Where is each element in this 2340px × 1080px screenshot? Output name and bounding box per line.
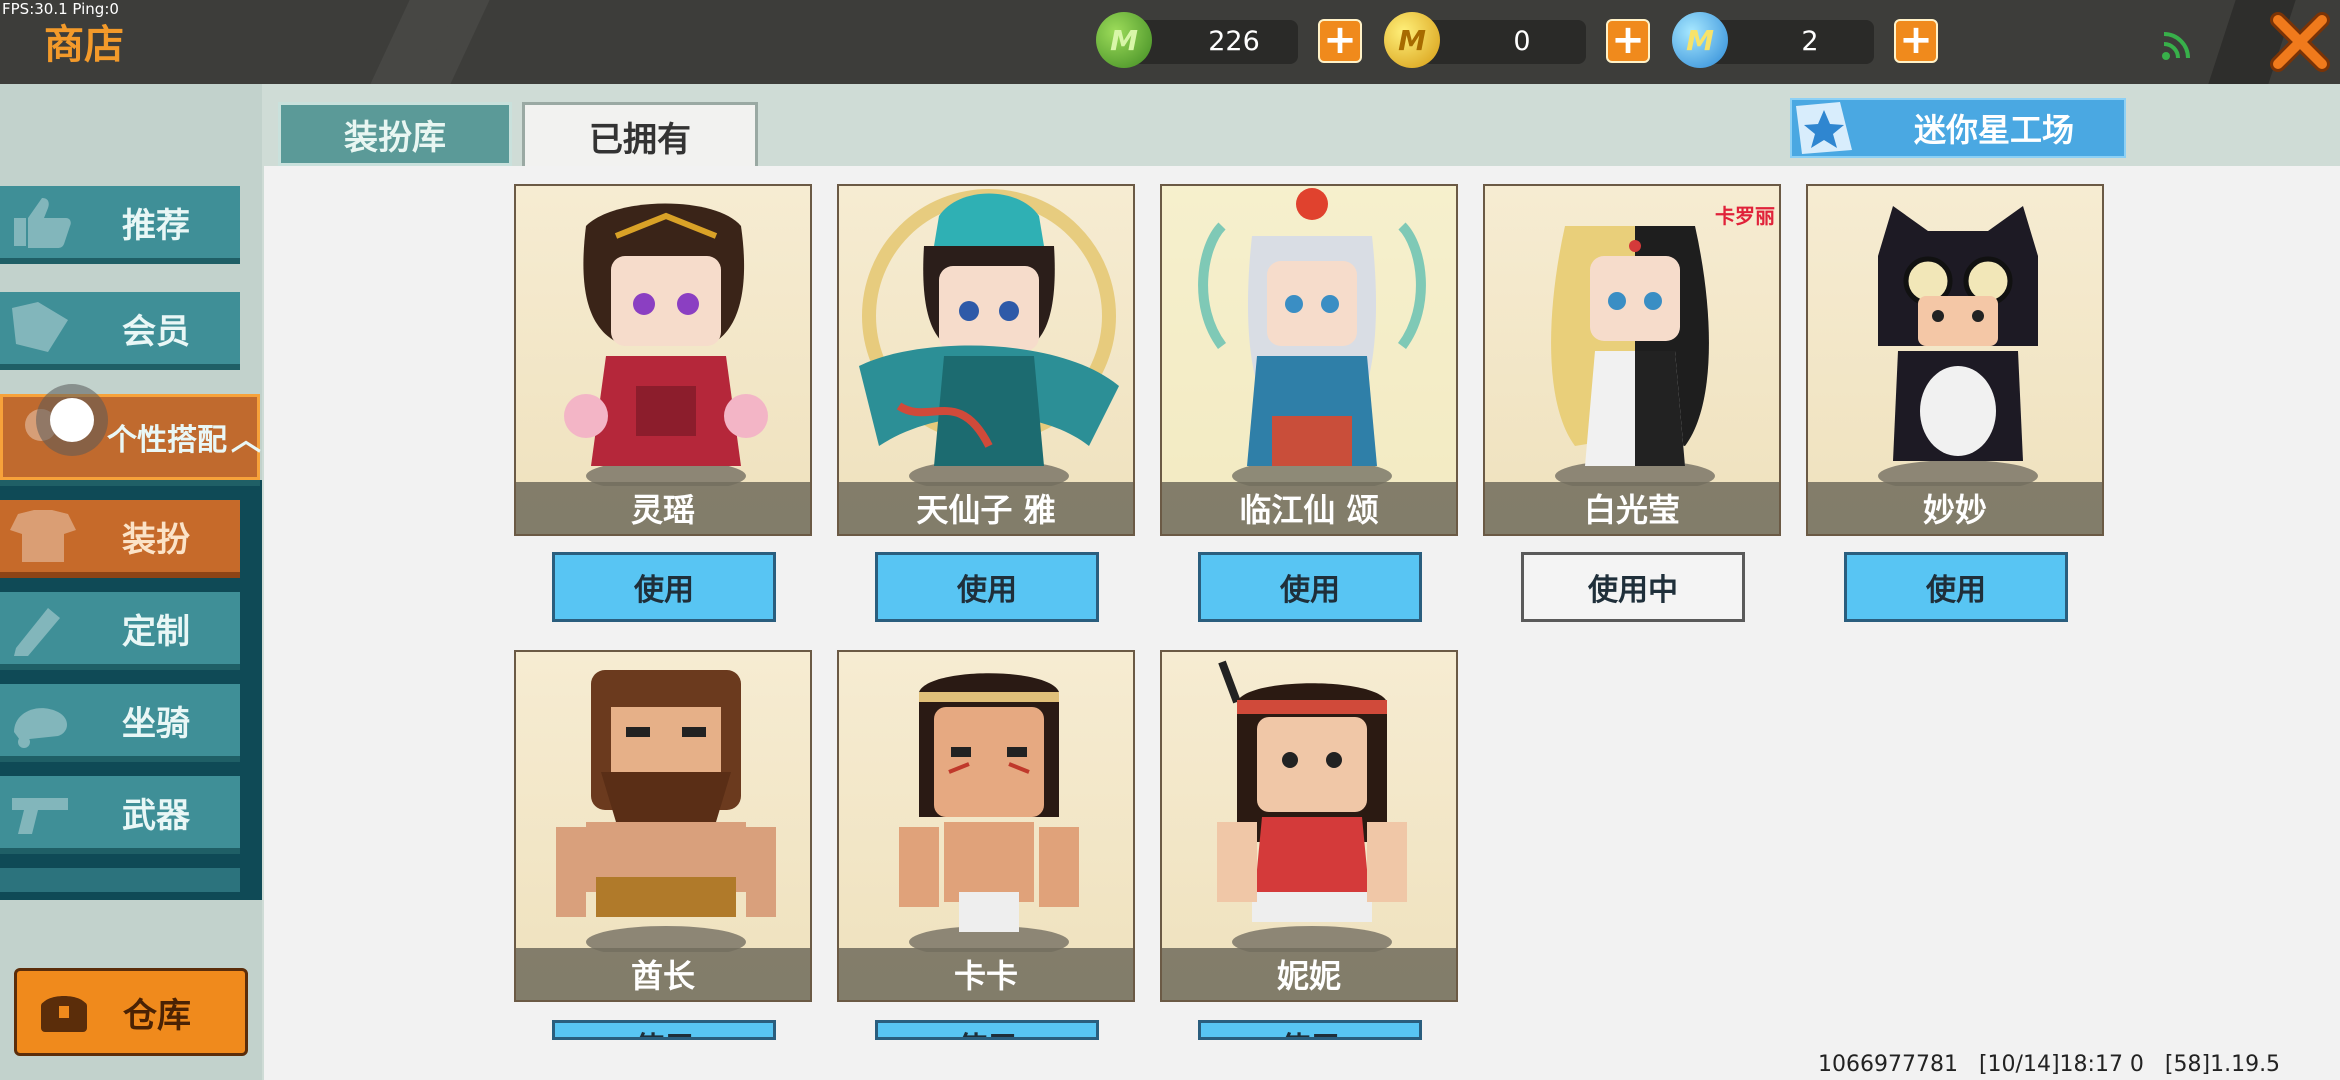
character-portrait [556,670,776,952]
star-coin-icon: M [1672,12,1728,68]
add-coin-button[interactable]: + [1606,19,1650,63]
shirt-icon [10,510,76,562]
skin-name: 卡卡 [839,948,1133,1000]
chest-icon [41,996,87,1032]
chevron-up-icon: ︿ [231,423,261,458]
sidebar-item-label: 装扮 [122,519,190,560]
skin-card[interactable]: 天仙子 雅 [837,184,1135,536]
warehouse-label: 仓库 [123,995,191,1036]
use-button[interactable]: 使用 [1198,1020,1422,1040]
use-button[interactable]: 使用 [552,1020,776,1040]
pencil-icon [14,608,60,656]
vip-icon [12,302,68,352]
skin-name: 白光莹 [1485,482,1779,534]
touch-indicator [50,398,94,442]
use-button[interactable]: 使用 [875,1020,1099,1040]
character-portrait [1551,226,1715,486]
bean-count: 226 [1208,26,1260,57]
sidebar-item-label: 推荐 [122,205,190,246]
character-portrait [1217,660,1407,952]
mini-coin-icon: M [1384,12,1440,68]
page-title: 商店 [44,22,124,68]
sidebar-item-label: 会员 [122,311,190,352]
sidebar-item-label: 武器 [122,795,190,836]
skin-card[interactable]: 临江仙 颂 [1160,184,1458,536]
character-portrait [1878,206,2038,486]
skin-card[interactable]: 灵瑶 [514,184,812,536]
character-portrait [899,673,1079,952]
sidebar-item-vip[interactable]: 会员 [0,292,240,364]
use-button[interactable]: 使用 [1844,552,2068,622]
brand-badge: 卡罗丽 [1715,204,1775,228]
tab-owned[interactable]: 已拥有 [522,102,758,168]
skin-name: 天仙子 雅 [839,482,1133,534]
mount-icon [14,708,67,748]
signal-icon [2162,32,2190,60]
timestamp: [10/14]18:17 0 [1978,1052,2144,1077]
footer-info: 1066977781 [10/14]18:17 0 [58]1.19.5 [1818,1052,2280,1077]
skin-name: 妮妮 [1162,948,1456,1000]
skin-card[interactable]: 妙妙 [1806,184,2104,536]
sidebar-item-dressup[interactable]: 装扮 [0,500,240,572]
use-button[interactable]: 使用 [1198,552,1422,622]
close-icon[interactable] [2268,10,2332,74]
gun-icon [12,798,68,834]
use-button[interactable]: 使用 [552,552,776,622]
star-count: 2 [1801,26,1819,57]
thumbs-up-icon [14,198,71,248]
add-star-button[interactable]: + [1894,19,1938,63]
character-portrait [1162,186,1456,486]
sidebar-item-label: 定制 [122,611,190,652]
warehouse-button[interactable]: 仓库 [14,968,248,1056]
user-id: 1066977781 [1818,1052,1958,1077]
skin-card[interactable]: 卡罗丽 白光莹 [1483,184,1781,536]
use-button[interactable]: 使用 [875,552,1099,622]
sidebar-item-recommend[interactable]: 推荐 [0,186,240,258]
star-icon [1796,102,1852,154]
character-portrait [859,189,1119,486]
sidebar-item-partial [0,868,240,892]
skin-name: 酋长 [516,948,810,1000]
version: [58]1.19.5 [2164,1052,2281,1077]
in-use-button[interactable]: 使用中 [1521,552,1745,622]
skin-name: 妙妙 [1808,482,2102,534]
character-portrait [564,203,768,486]
sidebar-item-outfit[interactable]: 个性搭配 ︿ [0,394,261,480]
sidebar-item-weapon[interactable]: 武器 [0,776,240,848]
mini-workshop-button[interactable]: 迷你星工场 [1790,98,2126,158]
mini-bean-icon: M [1096,12,1152,68]
skin-card[interactable]: 酋长 [514,650,812,1002]
tab-wardrobe[interactable]: 装扮库 [278,102,512,166]
skin-card[interactable]: 卡卡 [837,650,1135,1002]
add-bean-button[interactable]: + [1318,19,1362,63]
sidebar-item-mount[interactable]: 坐骑 [0,684,240,756]
sidebar-item-label: 坐骑 [122,703,190,744]
workshop-label: 迷你星工场 [1914,111,2075,149]
sidebar-item-custom[interactable]: 定制 [0,592,240,664]
skin-card[interactable]: 妮妮 [1160,650,1458,1002]
coin-count: 0 [1513,26,1531,57]
skin-name: 灵瑶 [516,482,810,534]
sidebar-item-label: 个性搭配 [107,423,227,458]
skin-name: 临江仙 颂 [1162,482,1456,534]
